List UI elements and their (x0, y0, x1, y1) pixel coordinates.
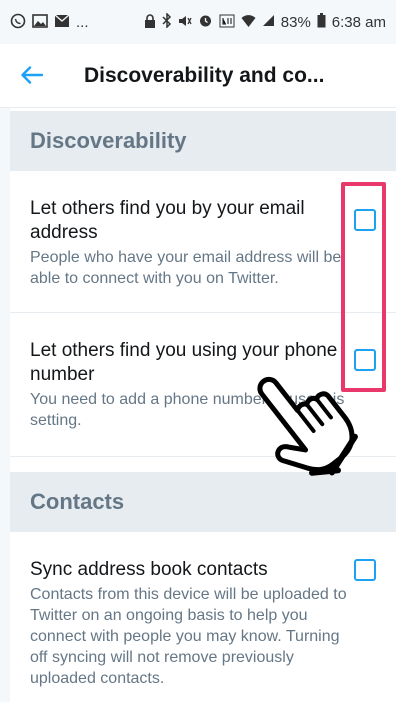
setting-email-discoverability[interactable]: Let others find you by your email addres… (10, 171, 396, 313)
setting-phone-discoverability[interactable]: Let others find you using your phone num… (10, 313, 396, 457)
alarm-icon (198, 13, 213, 31)
phone-discoverability-checkbox[interactable] (354, 349, 376, 371)
status-more: ... (76, 13, 89, 31)
lte-icon (219, 14, 235, 31)
back-button[interactable] (0, 44, 64, 108)
app-bar: Discoverability and co... (0, 44, 396, 108)
whatsapp-icon (10, 13, 26, 32)
wifi-icon (241, 14, 256, 31)
email-discoverability-checkbox[interactable] (354, 209, 376, 231)
setting-title-phone: Let others find you using your phone num… (30, 340, 338, 385)
status-left: ... (10, 13, 89, 32)
mail-icon (54, 13, 70, 31)
clock: 6:38 am (331, 13, 386, 31)
status-bar: ... 83% 6:38 am (0, 0, 396, 44)
battery-icon (317, 13, 326, 31)
page-title: Discoverability and co... (84, 63, 325, 87)
setting-description-phone: You need to add a phone number to use th… (30, 391, 345, 429)
left-margin (0, 108, 10, 702)
setting-title-sync: Sync address book contacts (30, 559, 268, 580)
sync-contacts-checkbox[interactable] (354, 559, 376, 581)
signal-icon (262, 14, 275, 30)
setting-title-email: Let others find you by your email addres… (30, 198, 305, 243)
arrow-left-icon (21, 60, 44, 91)
setting-description-sync: Contacts from this device will be upload… (30, 586, 347, 687)
mute-icon (178, 14, 192, 31)
section-header-discoverability: Discoverability (10, 111, 396, 171)
setting-sync-contacts[interactable]: Sync address book contacts Contacts from… (10, 546, 396, 702)
bluetooth-icon (162, 12, 172, 31)
image-icon (32, 13, 48, 31)
status-right: 83% 6:38 am (144, 12, 386, 31)
lock-icon (144, 13, 156, 31)
section-header-contacts: Contacts (10, 472, 396, 532)
battery-percentage: 83% (280, 13, 311, 31)
setting-description-email: People who have your email address will … (30, 249, 342, 287)
